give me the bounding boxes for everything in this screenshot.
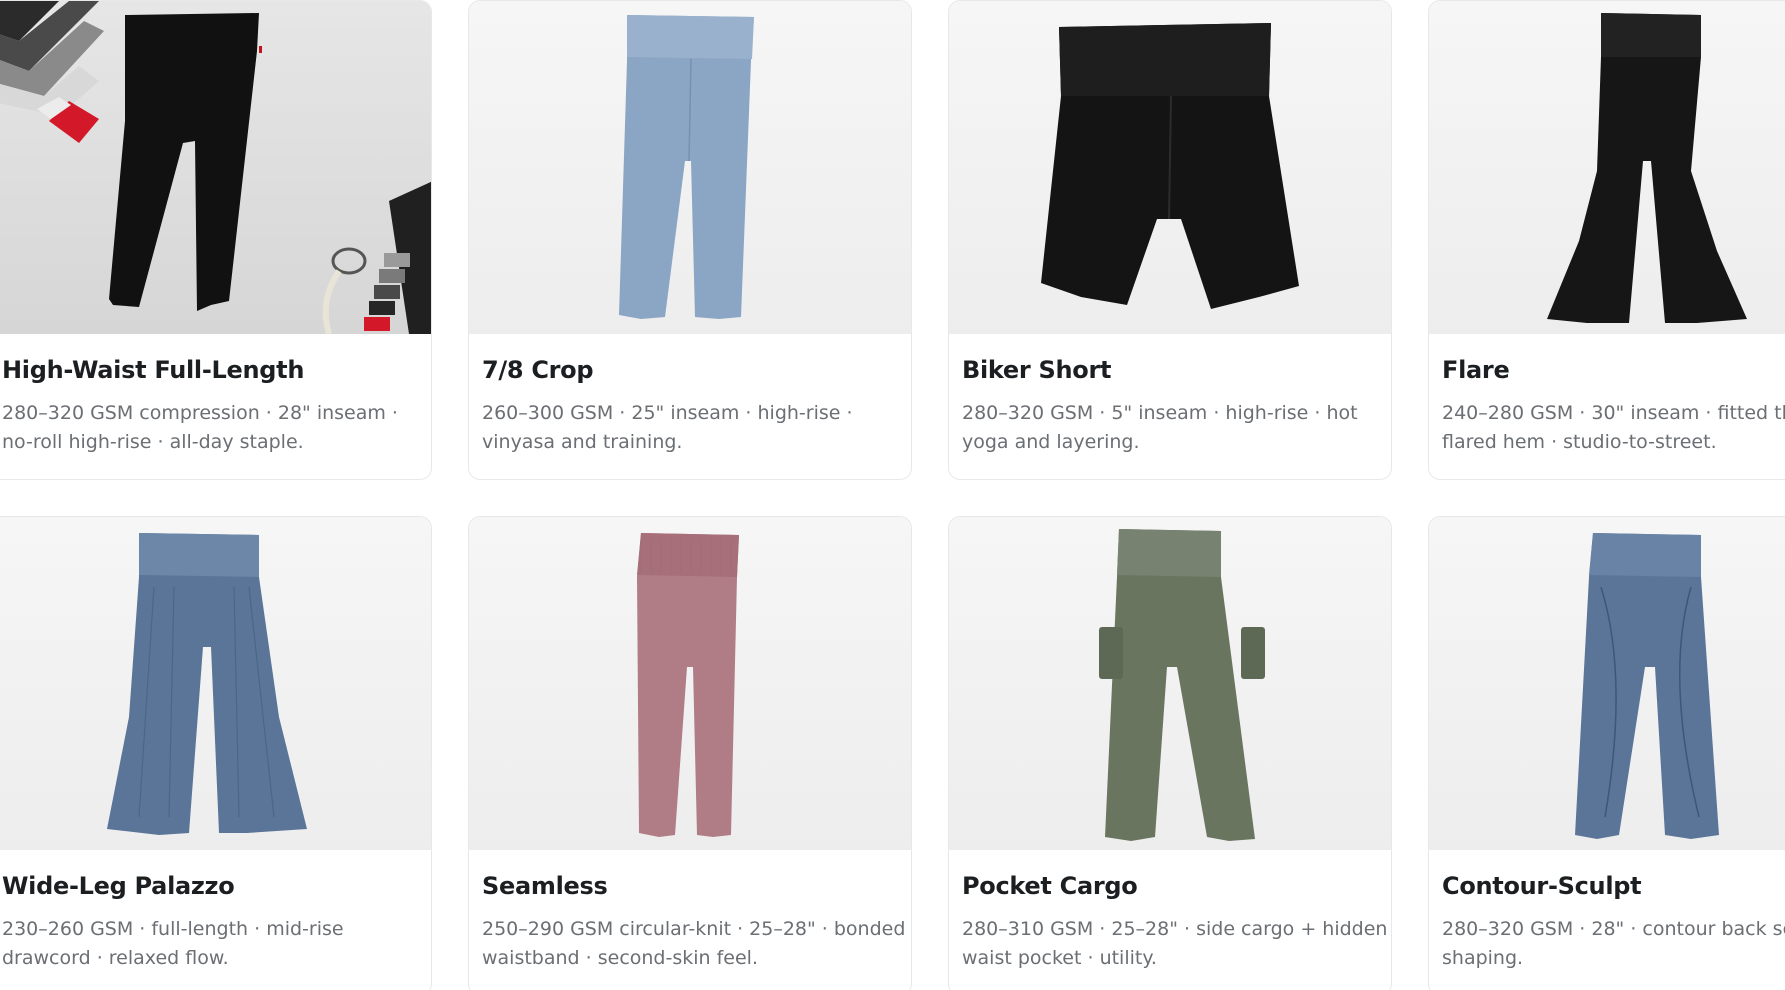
product-title: High-Waist Full-Length [2,356,305,384]
product-title: Flare [1442,356,1510,384]
product-title: Pocket Cargo [962,872,1138,900]
black-full-length-legging-with-fabric-swatches-icon [0,1,431,334]
black-biker-short-icon [1041,23,1299,309]
product-title: Contour-Sculpt [1442,872,1642,900]
product-image [469,517,911,850]
product-image [0,517,431,850]
product-image [949,517,1391,850]
product-image [0,1,431,334]
product-image [469,1,911,334]
product-title: Wide-Leg Palazzo [2,872,235,900]
product-description: 260–300 GSM · 25" inseam · high-rise · v… [482,402,853,453]
product-title: 7/8 Crop [482,356,594,384]
product-card-7-8-crop[interactable]: 7/8 Crop 260–300 GSM · 25" inseam · high… [468,0,912,480]
product-title: Seamless [482,872,608,900]
olive-cargo-legging-icon [1099,529,1265,841]
mauve-seamless-legging-icon [637,533,739,837]
product-image [1429,1,1785,334]
product-description: 240–280 GSM · 30" inseam · fitted thigh … [1442,402,1785,453]
product-description: 280–310 GSM · 25–28" · side cargo + hidd… [962,918,1388,969]
product-image [949,1,1391,334]
light-blue-cropped-legging-icon [619,15,754,319]
product-card-high-waist-full-length[interactable]: High-Waist Full-Length 280–320 GSM compr… [0,0,432,480]
product-description: 280–320 GSM · 5" inseam · high-rise · ho… [962,402,1358,453]
product-description: 250–290 GSM circular-knit · 25–28" · bon… [482,918,906,969]
product-card-seamless[interactable]: Seamless 250–290 GSM circular-knit · 25–… [468,516,912,990]
slate-blue-wide-leg-pant-icon [107,533,307,835]
product-image [1429,517,1785,850]
product-description: 280–320 GSM compression · 28" inseam · n… [2,402,398,453]
product-description: 280–320 GSM · 28" · contour back seaming… [1442,918,1785,969]
product-card-contour-sculpt[interactable]: Contour-Sculpt 280–320 GSM · 28" · conto… [1428,516,1785,990]
product-grid: High-Waist Full-Length 280–320 GSM compr… [0,0,1785,990]
product-card-wide-leg-palazzo[interactable]: Wide-Leg Palazzo 230–260 GSM · full-leng… [0,516,432,990]
product-card-pocket-cargo[interactable]: Pocket Cargo 280–310 GSM · 25–28" · side… [948,516,1392,990]
product-description: 230–260 GSM · full-length · mid-rise dra… [2,918,344,969]
product-title: Biker Short [962,356,1112,384]
product-card-biker-short[interactable]: Biker Short 280–320 GSM · 5" inseam · hi… [948,0,1392,480]
black-flare-legging-icon [1547,13,1747,323]
slate-blue-contour-legging-icon [1575,533,1719,839]
product-card-flare[interactable]: Flare 240–280 GSM · 30" inseam · fitted … [1428,0,1785,480]
